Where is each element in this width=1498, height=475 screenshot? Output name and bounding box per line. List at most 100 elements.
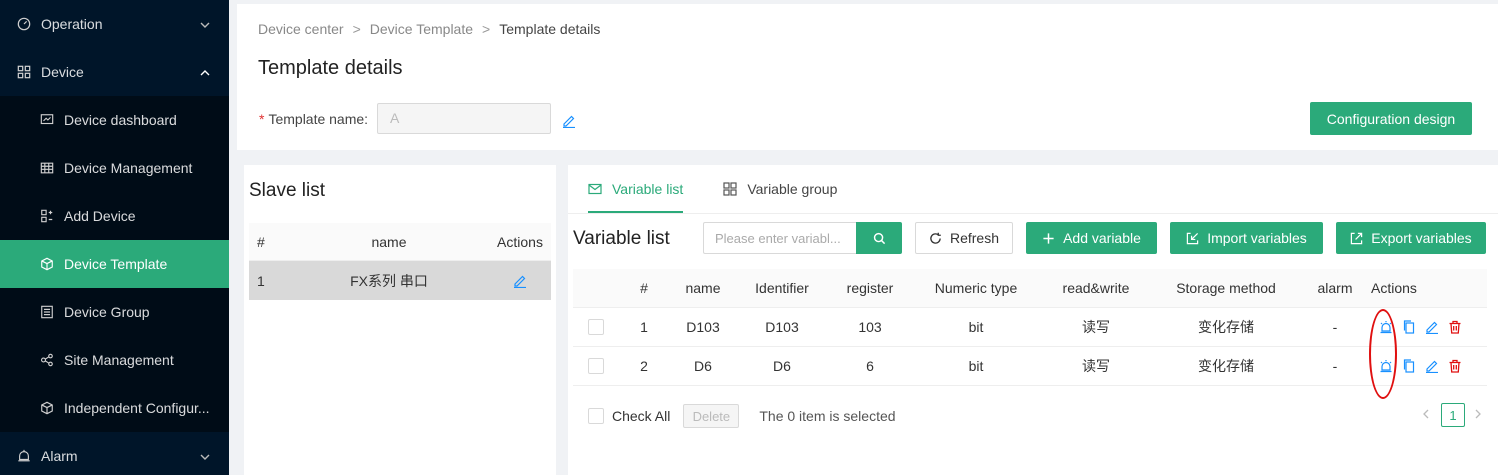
chevron-left-icon[interactable] (1421, 409, 1433, 421)
tab-variable-group[interactable]: Variable group (723, 165, 837, 213)
sidebar-item-add-device[interactable]: Add Device (0, 192, 229, 240)
edit-icon[interactable] (1425, 320, 1439, 334)
import-variables-button[interactable]: Import variables (1170, 222, 1323, 254)
row-read-write: 读写 (1082, 319, 1110, 335)
template-name-field[interactable]: A (377, 103, 551, 134)
sidebar-item-label: Independent Configur... (64, 400, 210, 416)
table-header: # name Identifier register Numeric type … (573, 269, 1487, 308)
edit-icon[interactable] (513, 274, 527, 288)
search-button[interactable] (856, 222, 902, 254)
column-header-read-write: read&write (1062, 280, 1130, 296)
template-name-label: * Template name: (259, 111, 369, 127)
tab-label: Variable list (612, 181, 684, 197)
row-checkbox[interactable] (588, 319, 604, 335)
export-variables-button[interactable]: Export variables (1336, 222, 1486, 254)
edit-icon[interactable] (562, 114, 576, 129)
pagination: 1 (1421, 403, 1485, 427)
search-input[interactable] (703, 222, 856, 254)
sidebar-item-operation[interactable]: Operation (0, 0, 229, 48)
export-icon (1351, 232, 1363, 244)
edit-icon[interactable] (1425, 359, 1439, 373)
breadcrumb: Device center > Device Template > Templa… (258, 21, 600, 37)
row-name: D6 (694, 358, 712, 374)
column-header-alarm: alarm (1317, 280, 1353, 296)
grid-icon (17, 65, 31, 79)
breadcrumb-device-template[interactable]: Device Template (370, 21, 473, 37)
chevron-up-icon (199, 66, 211, 78)
variable-list-title: Variable list (573, 228, 670, 249)
row-identifier: D103 (765, 319, 799, 335)
table-footer: Check All Delete The 0 item is selected (588, 403, 896, 429)
alarm-bell-icon[interactable] (1379, 320, 1393, 334)
delete-icon[interactable] (1448, 359, 1462, 373)
add-variable-label: Add variable (1063, 230, 1141, 246)
sidebar-item-label: Device Group (64, 304, 150, 320)
row-identifier: D6 (773, 358, 791, 374)
header-card: Device center > Device Template > Templa… (237, 4, 1498, 150)
check-all-checkbox[interactable] (588, 408, 604, 424)
copy-icon[interactable] (1402, 359, 1416, 373)
slave-name: FX系列 串口 (350, 272, 428, 289)
sidebar-item-independent-config[interactable]: Independent Configur... (0, 384, 229, 432)
site-nodes-icon (40, 353, 54, 367)
alarm-bell-icon[interactable] (1379, 359, 1393, 373)
row-register: 6 (866, 358, 874, 374)
required-mark: * (259, 111, 265, 127)
sidebar-item-label: Device Template (64, 256, 168, 272)
column-header-index: # (640, 280, 648, 296)
row-storage-method: 变化存储 (1198, 319, 1254, 335)
plus-icon (1043, 232, 1054, 244)
add-variable-button[interactable]: Add variable (1026, 222, 1157, 254)
sidebar-item-label: Operation (41, 16, 103, 32)
sidebar-item-device-group[interactable]: Device Group (0, 288, 229, 336)
sidebar-item-device-management[interactable]: Device Management (0, 144, 229, 192)
sidebar-item-device-dashboard[interactable]: Device dashboard (0, 96, 229, 144)
chevron-down-icon (199, 450, 211, 462)
refresh-label: Refresh (949, 230, 1000, 246)
row-name: D103 (686, 319, 720, 335)
dashboard-gauge-icon (17, 17, 31, 31)
sidebar-item-alarm[interactable]: Alarm (0, 432, 229, 475)
check-all-label[interactable]: Check All (612, 408, 670, 424)
copy-icon[interactable] (1402, 320, 1416, 334)
tab-variable-list[interactable]: Variable list (588, 165, 684, 213)
sidebar-item-label: Add Device (64, 208, 136, 224)
table-icon (40, 161, 54, 175)
column-header-name: name (371, 233, 407, 250)
column-header-storage-method: Storage method (1176, 280, 1276, 296)
row-numeric-type: bit (968, 319, 984, 335)
breadcrumb-device-center[interactable]: Device center (258, 21, 344, 37)
column-header-numeric-type: Numeric type (934, 280, 1018, 296)
group-icon (40, 305, 54, 319)
delete-button[interactable]: Delete (683, 404, 740, 428)
sidebar-item-label: Site Management (64, 352, 174, 368)
column-header-register: register (846, 280, 894, 296)
configuration-design-button[interactable]: Configuration design (1310, 102, 1472, 135)
column-header-identifier: Identifier (755, 280, 809, 296)
slave-actions (489, 274, 551, 288)
slave-list-panel: Slave list # name Actions 1 FX系列 串口 (244, 165, 556, 475)
box-icon (40, 401, 54, 415)
alarm-bell-icon (17, 449, 31, 463)
breadcrumb-separator: > (482, 21, 491, 37)
monitor-chart-icon (40, 113, 54, 127)
refresh-button[interactable]: Refresh (915, 222, 1013, 254)
slave-table-header: # name Actions (249, 223, 551, 261)
table-row[interactable]: 1 FX系列 串口 (249, 261, 551, 300)
sidebar-item-label: Alarm (41, 448, 78, 464)
row-numeric-type: bit (968, 358, 984, 374)
row-checkbox[interactable] (588, 358, 604, 374)
sidebar-item-site-management[interactable]: Site Management (0, 336, 229, 384)
search-icon (873, 232, 885, 244)
cube-icon (40, 257, 54, 271)
row-index: 2 (640, 358, 648, 374)
chevron-right-icon[interactable] (1473, 409, 1485, 421)
sidebar-item-device-template[interactable]: Device Template (0, 240, 229, 288)
delete-icon[interactable] (1448, 320, 1462, 334)
sidebar-item-device[interactable]: Device (0, 48, 229, 96)
variable-table: # name Identifier register Numeric type … (573, 269, 1487, 386)
page-number[interactable]: 1 (1441, 403, 1465, 427)
export-variables-label: Export variables (1371, 230, 1472, 246)
row-read-write: 读写 (1082, 358, 1110, 374)
variable-panel: Variable list Variable group Variable li… (568, 165, 1498, 475)
